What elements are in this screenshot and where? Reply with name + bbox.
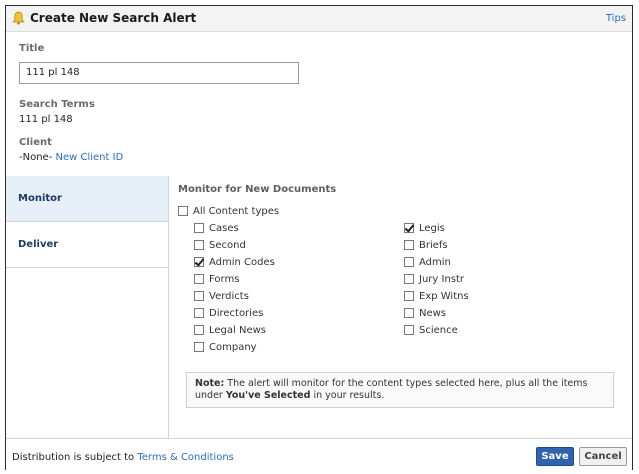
option-label: Forms [209, 273, 240, 285]
checkbox[interactable] [404, 308, 414, 318]
search-terms-label: Search Terms [19, 99, 95, 110]
monitor-heading: Monitor for New Documents [178, 184, 337, 195]
note-label: Note: [195, 378, 225, 389]
option-label: Admin [419, 256, 451, 268]
title-label: Title [19, 43, 45, 54]
option-admin[interactable]: Admin [404, 255, 451, 269]
checkbox[interactable] [194, 308, 204, 318]
checkbox[interactable] [194, 240, 204, 250]
option-label: Company [209, 341, 257, 353]
option-label: Second [209, 239, 246, 251]
checkbox[interactable] [194, 257, 204, 267]
option-admin-codes[interactable]: Admin Codes [194, 255, 275, 269]
client-value: -None- [19, 152, 53, 163]
distribution-text: Distribution is subject to [12, 452, 135, 463]
option-label: News [419, 307, 447, 319]
option-label: Science [419, 324, 458, 336]
checkbox[interactable] [404, 325, 414, 335]
monitor-note: Note: The alert will monitor for the con… [186, 372, 614, 408]
option-legal-news[interactable]: Legal News [194, 323, 266, 337]
option-label: Admin Codes [209, 256, 275, 268]
checkbox[interactable] [404, 291, 414, 301]
option-verdicts[interactable]: Verdicts [194, 289, 249, 303]
option-label: Directories [209, 307, 264, 319]
option-label: All Content types [193, 205, 280, 217]
bell-icon [12, 11, 25, 25]
checkbox[interactable] [194, 325, 204, 335]
checkbox[interactable] [404, 240, 414, 250]
option-label: Jury Instr [419, 273, 465, 285]
create-alert-dialog: Create New Search Alert Tips Title 111 p… [5, 5, 633, 472]
note-bold: You've Selected [225, 390, 311, 401]
sidebar-item-monitor[interactable]: Monitor [6, 176, 168, 222]
save-button[interactable]: Save [536, 447, 574, 466]
distribution-notice: Distribution is subject to Terms & Condi… [12, 452, 234, 463]
option-science[interactable]: Science [404, 323, 458, 337]
checkbox[interactable] [194, 223, 204, 233]
option-company[interactable]: Company [194, 340, 257, 354]
option-label: Cases [209, 222, 239, 234]
dialog-header: Create New Search Alert Tips [6, 6, 632, 32]
option-label: Verdicts [209, 290, 249, 302]
client-value-row: -None- New Client ID [19, 152, 123, 163]
dialog-footer: Distribution is subject to Terms & Condi… [6, 438, 632, 472]
option-forms[interactable]: Forms [194, 272, 239, 286]
option-label: Legal News [209, 324, 267, 336]
option-cases[interactable]: Cases [194, 221, 239, 235]
checkbox[interactable] [194, 291, 204, 301]
option-legis[interactable]: Legis [404, 221, 445, 235]
client-label: Client [19, 137, 52, 148]
sidebar-item-deliver[interactable]: Deliver [6, 222, 168, 268]
alert-sidebar: Monitor Deliver [6, 176, 169, 438]
checkbox[interactable] [404, 257, 414, 267]
option-label: Exp Witns [419, 290, 469, 302]
sidebar-item-label: Deliver [18, 239, 59, 250]
dialog-title: Create New Search Alert [30, 11, 197, 25]
option-briefs[interactable]: Briefs [404, 238, 448, 252]
option-label: Briefs [419, 239, 448, 251]
title-input[interactable]: 111 pl 148 [19, 62, 299, 84]
checkbox[interactable] [404, 223, 414, 233]
search-terms-value: 111 pl 148 [19, 114, 73, 125]
checkbox[interactable] [194, 342, 204, 352]
tips-link[interactable]: Tips [606, 13, 626, 24]
option-news[interactable]: News [404, 306, 446, 320]
option-jury-instr[interactable]: Jury Instr [404, 272, 464, 286]
new-client-id-link[interactable]: New Client ID [56, 152, 124, 163]
checkbox[interactable] [178, 206, 188, 216]
option-directories[interactable]: Directories [194, 306, 263, 320]
monitor-panel: Monitor for New Documents All Content ty… [178, 184, 623, 434]
checkbox[interactable] [194, 274, 204, 284]
terms-link[interactable]: Terms & Conditions [137, 452, 234, 463]
checkbox[interactable] [404, 274, 414, 284]
option-exp-witns[interactable]: Exp Witns [404, 289, 469, 303]
cancel-button[interactable]: Cancel [579, 447, 627, 466]
option-second[interactable]: Second [194, 238, 246, 252]
note-end: in your results. [313, 390, 385, 401]
option-label: Legis [419, 222, 445, 234]
sidebar-item-label: Monitor [18, 193, 62, 204]
all-content-types-option[interactable]: All Content types [178, 204, 279, 218]
